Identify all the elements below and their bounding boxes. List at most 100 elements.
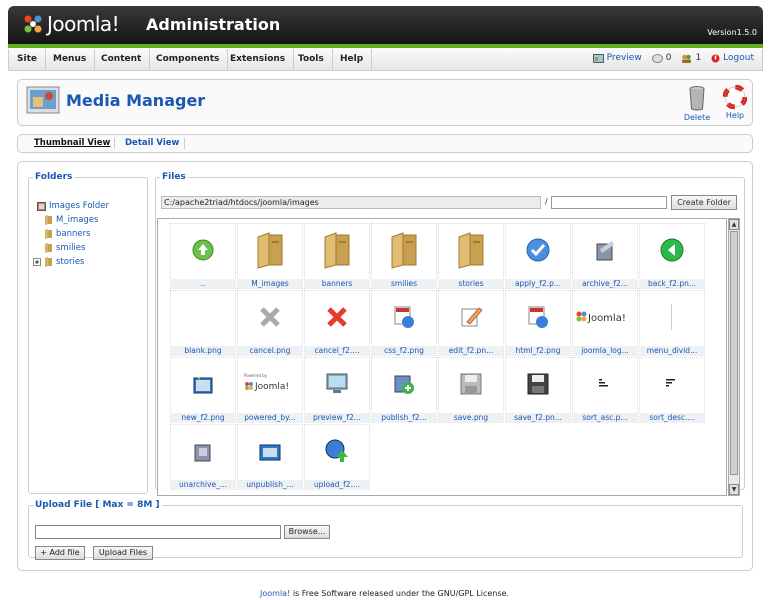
tree-item-smilies[interactable]: smilies: [44, 243, 85, 253]
file-thumbnail[interactable]: css_f2.png: [371, 290, 437, 356]
menu-help[interactable]: Help: [332, 49, 373, 71]
file-thumbnail[interactable]: blank.png: [170, 290, 236, 356]
sort-asc-icon: [573, 366, 637, 402]
tree-item-banners[interactable]: banners: [44, 229, 91, 239]
folder-icon: [45, 215, 52, 225]
file-label: joomla_log...: [573, 346, 637, 356]
expand-icon[interactable]: [33, 258, 41, 266]
file-label: html_f2.png: [506, 346, 570, 356]
file-thumbnail[interactable]: save_f2.pn...: [505, 357, 571, 423]
tree-item-label: M_images: [56, 215, 99, 225]
path-separator: /: [545, 197, 548, 206]
files-legend: Files: [162, 172, 186, 182]
html-icon: [506, 299, 570, 335]
file-thumbnail[interactable]: Joomla! joomla_log...: [572, 290, 638, 356]
file-thumbnail[interactable]: stories: [438, 223, 504, 289]
menu-components[interactable]: Components: [148, 49, 229, 71]
menu-site[interactable]: Site: [9, 49, 46, 71]
image-folder-icon: [37, 201, 46, 211]
file-thumbnail[interactable]: ..: [170, 223, 236, 289]
preview-label[interactable]: Preview: [607, 53, 642, 63]
file-thumbnail[interactable]: html_f2.png: [505, 290, 571, 356]
css-icon: [372, 299, 436, 335]
upload-icon: [305, 433, 369, 469]
file-thumbnail[interactable]: sort_desc....: [639, 357, 705, 423]
file-thumbnail[interactable]: cancel_f2....: [304, 290, 370, 356]
file-thumbnail[interactable]: menu_divid...: [639, 290, 705, 356]
upload-files-button[interactable]: Upload Files: [93, 546, 153, 560]
file-thumbnail[interactable]: unarchive_...: [170, 424, 236, 490]
file-thumbnail[interactable]: unpublish_...: [237, 424, 303, 490]
file-thumbnail[interactable]: publish_f2...: [371, 357, 437, 423]
new-folder-input[interactable]: [551, 196, 667, 209]
joomla-footer-link[interactable]: Joomla!: [260, 589, 290, 598]
file-thumbnail[interactable]: apply_f2.p...: [505, 223, 571, 289]
delete-label: Delete: [683, 113, 711, 122]
preview-link[interactable]: Preview: [592, 53, 642, 63]
add-file-button[interactable]: + Add file: [35, 546, 85, 560]
tree-item-m-images[interactable]: M_images: [44, 215, 99, 225]
file-thumbnail[interactable]: new_f2.png: [170, 357, 236, 423]
main-menu: Site Menus Content Components Extensions…: [8, 49, 763, 71]
logout-label[interactable]: Logout: [723, 53, 754, 63]
save-icon: [506, 366, 570, 402]
view-separator: [114, 138, 115, 149]
browse-button[interactable]: Browse...: [284, 525, 330, 539]
file-label: blank.png: [171, 346, 235, 356]
file-thumbnail[interactable]: sort_asc.p...: [572, 357, 638, 423]
file-label: css_f2.png: [372, 346, 436, 356]
file-label: menu_divid...: [640, 346, 704, 356]
menu-extensions[interactable]: Extensions: [222, 49, 295, 71]
tree-root[interactable]: Images Folder: [37, 201, 109, 211]
menu-content[interactable]: Content: [93, 49, 151, 71]
joomla-logo-icon: [24, 15, 42, 33]
file-thumbnail[interactable]: cancel.png: [237, 290, 303, 356]
messages-count: 0: [665, 53, 672, 63]
cancel-icon: [238, 299, 302, 335]
file-thumbnail[interactable]: edit_f2.pn...: [438, 290, 504, 356]
scroll-down-arrow[interactable]: ▼: [729, 484, 739, 495]
folder-icon: [238, 232, 302, 269]
menu-tools[interactable]: Tools: [290, 49, 333, 71]
menu-menus[interactable]: Menus: [45, 49, 96, 71]
tab-thumbnail-view[interactable]: Thumbnail View: [34, 138, 110, 148]
cancel-icon: [305, 299, 369, 335]
file-thumbnail[interactable]: upload_f2....: [304, 424, 370, 490]
file-thumbnail[interactable]: M_images: [237, 223, 303, 289]
file-thumbnail[interactable]: save.png: [438, 357, 504, 423]
file-thumbnail[interactable]: Powered by Joomla! powered_by...: [237, 357, 303, 423]
scroll-up-arrow[interactable]: ▲: [729, 219, 739, 230]
create-folder-button[interactable]: Create Folder: [671, 195, 737, 210]
file-label: ..: [171, 279, 235, 289]
grid-scrollbar[interactable]: ▲ ▼: [728, 218, 740, 496]
messages-indicator[interactable]: 0: [651, 53, 672, 63]
tree-root-label: Images Folder: [49, 201, 110, 211]
scroll-thumb[interactable]: [730, 231, 738, 475]
file-label: apply_f2.p...: [506, 279, 570, 289]
delete-button[interactable]: Delete: [680, 85, 714, 122]
folder-icon: [45, 243, 52, 253]
file-path-input[interactable]: [35, 525, 281, 539]
logout-link[interactable]: Logout: [711, 53, 754, 63]
file-thumbnail[interactable]: banners: [304, 223, 370, 289]
file-thumbnail[interactable]: preview_f2...: [304, 357, 370, 423]
joomla-logo-icon: Joomla!: [573, 299, 637, 335]
version-label: Version1.5.0: [707, 28, 757, 37]
users-indicator[interactable]: 1: [681, 53, 701, 63]
folder-icon: [45, 257, 52, 267]
sort-desc-icon: [640, 366, 704, 402]
archive-icon: [573, 232, 637, 268]
help-button[interactable]: Help: [718, 85, 752, 120]
file-thumbnail[interactable]: archive_f2...: [572, 223, 638, 289]
joomla-logo[interactable]: Joomla!: [22, 12, 120, 36]
tree-item-stories[interactable]: stories: [33, 257, 84, 267]
file-thumbnail[interactable]: back_f2.pn...: [639, 223, 705, 289]
toolbar: Media Manager Delete Help: [17, 79, 753, 126]
admin-header: Joomla! Administration Version1.5.0: [8, 6, 763, 44]
tab-detail-view[interactable]: Detail View: [125, 138, 179, 148]
file-thumbnail[interactable]: smilies: [371, 223, 437, 289]
svg-text:Joomla!: Joomla!: [587, 313, 626, 324]
folders-panel: Folders Images Folder M_images banners s…: [28, 172, 148, 494]
save-icon: [439, 366, 503, 402]
preview-icon: [305, 366, 369, 402]
